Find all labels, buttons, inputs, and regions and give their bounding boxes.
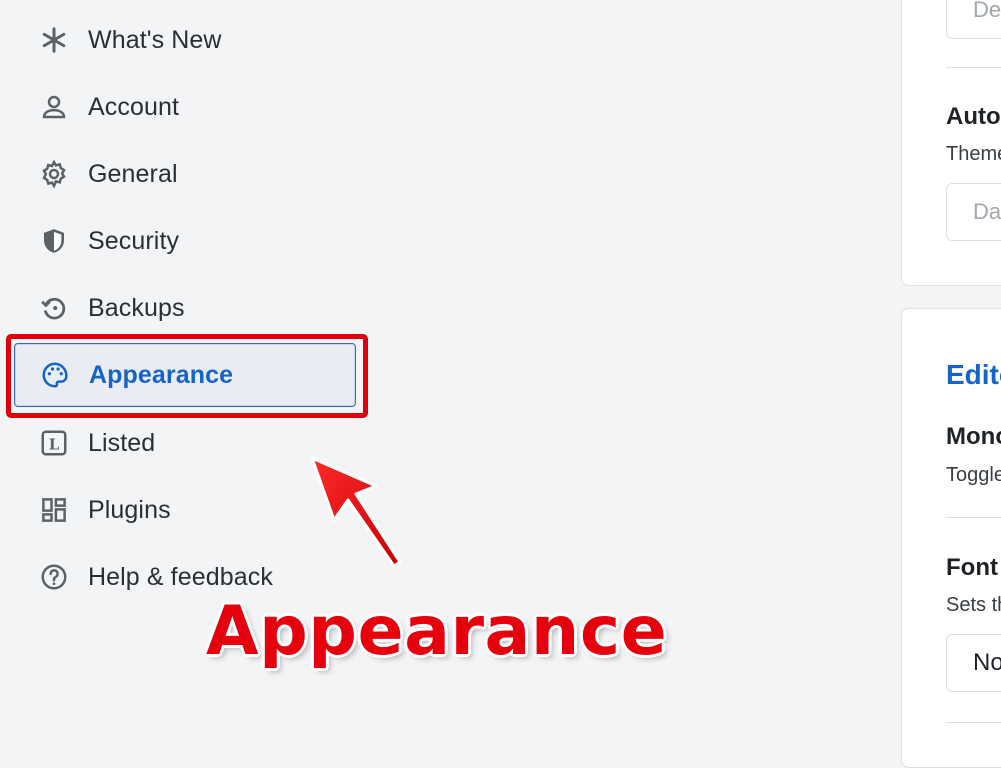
sidebar-item-label: Listed bbox=[88, 428, 156, 457]
sidebar-item-label: Appearance bbox=[89, 360, 234, 389]
svg-text:L: L bbox=[49, 435, 60, 453]
sidebar-item-whats-new[interactable]: What's New bbox=[14, 8, 356, 72]
auto-setting-description: Theme bbox=[946, 143, 1001, 165]
sidebar-item-general[interactable]: General bbox=[14, 142, 356, 206]
divider bbox=[946, 67, 1001, 68]
sidebar-item-backups[interactable]: Backups bbox=[14, 276, 356, 340]
sidebar-item-label: Backups bbox=[88, 293, 185, 322]
sidebar-item-appearance[interactable]: Appearance bbox=[14, 343, 356, 407]
settings-card-editor: Edito Mono Toggle Font Sets th No bbox=[901, 308, 1001, 768]
sidebar-item-account[interactable]: Account bbox=[14, 75, 356, 139]
font-setting-description: Sets th bbox=[946, 594, 1001, 616]
font-setting-title: Font bbox=[946, 554, 998, 581]
help-icon bbox=[38, 561, 70, 593]
shield-icon bbox=[38, 225, 70, 257]
top-select-field[interactable]: De bbox=[946, 0, 1001, 39]
sidebar-item-security[interactable]: Security bbox=[14, 209, 356, 273]
asterisk-icon bbox=[38, 24, 70, 56]
plugins-icon bbox=[38, 494, 70, 526]
sidebar-item-label: Account bbox=[88, 92, 180, 121]
sidebar-item-label: What's New bbox=[88, 25, 222, 54]
annotation-label: Appearance bbox=[206, 592, 668, 671]
monospace-setting-description: Toggle bbox=[946, 464, 1001, 486]
monospace-setting-title: Mono bbox=[946, 423, 1001, 450]
settings-card-top: De Auto Theme Da bbox=[901, 0, 1001, 286]
palette-icon bbox=[39, 359, 71, 391]
font-size-select[interactable]: No bbox=[946, 634, 1001, 692]
divider bbox=[946, 722, 1001, 723]
sidebar-item-label: Help & feedback bbox=[88, 562, 273, 591]
gear-icon bbox=[38, 158, 70, 190]
divider bbox=[946, 517, 1001, 518]
history-icon bbox=[38, 292, 70, 324]
listed-icon: L bbox=[38, 427, 70, 459]
auto-setting-title: Auto bbox=[946, 103, 1001, 130]
editor-section-title: Edito bbox=[946, 359, 1001, 390]
sidebar-item-label: Plugins bbox=[88, 495, 171, 524]
annotation-arrow-icon bbox=[310, 456, 402, 568]
auto-theme-select[interactable]: Da bbox=[946, 183, 1001, 241]
sidebar-item-label: Security bbox=[88, 226, 180, 255]
person-icon bbox=[38, 91, 70, 123]
sidebar-item-label: General bbox=[88, 159, 178, 188]
